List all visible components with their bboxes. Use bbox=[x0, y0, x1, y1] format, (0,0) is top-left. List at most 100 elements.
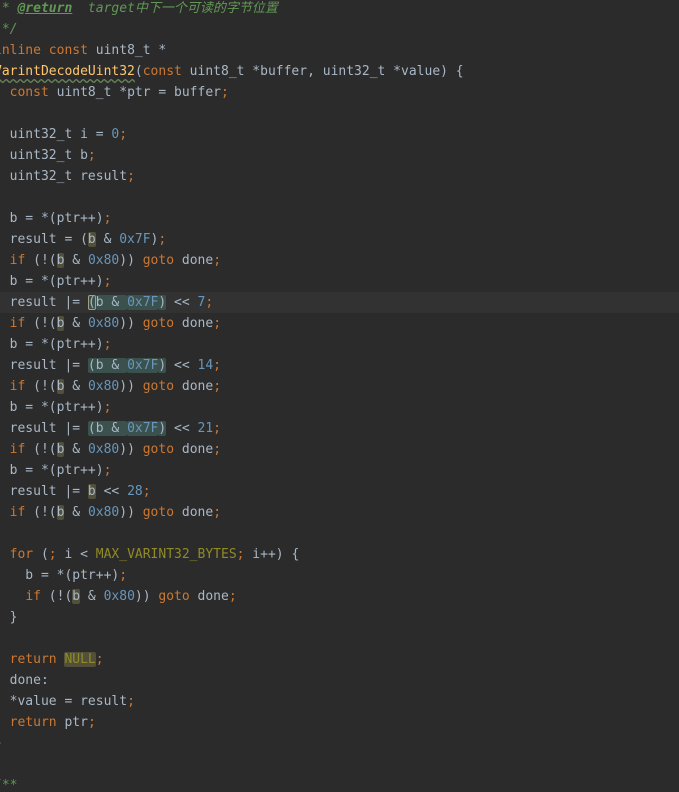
code-line[interactable]: result |= b << 28; bbox=[0, 481, 679, 502]
code-line[interactable]: if (!(b & 0x80)) goto done; bbox=[0, 313, 679, 334]
code-line[interactable]: VarintDecodeUint32(const uint8_t *buffer… bbox=[0, 61, 679, 82]
code-token: b = *(ptr++) bbox=[0, 463, 104, 478]
code-token: 0x80 bbox=[87, 379, 120, 394]
code-line[interactable]: return ptr; bbox=[0, 712, 679, 733]
code-line-content: if (!(b & 0x80)) goto done; bbox=[0, 442, 221, 457]
code-token: 0x7F bbox=[119, 232, 151, 247]
code-line[interactable] bbox=[0, 187, 679, 208]
code-token: uint8_t *buffer, uint32_t *value) { bbox=[181, 64, 464, 79]
code-token: & bbox=[64, 379, 88, 394]
code-editor[interactable]: * @return target中下一个可读的字节位置 */ inline con… bbox=[0, 0, 679, 792]
code-token: if bbox=[9, 379, 26, 394]
code-line-content: result |= (b & 0x7F) << 21; bbox=[0, 421, 221, 436]
code-token: goto bbox=[142, 442, 175, 457]
code-token: ; bbox=[213, 421, 221, 436]
code-line[interactable]: b = *(ptr++); bbox=[0, 565, 679, 586]
code-line-content: b = *(ptr++); bbox=[0, 568, 127, 583]
code-token: */ bbox=[1, 22, 18, 37]
code-line-content: return NULL; bbox=[0, 652, 104, 667]
code-token: )) bbox=[119, 379, 143, 394]
code-line[interactable]: uint32_t b; bbox=[0, 145, 679, 166]
code-token: ; bbox=[119, 568, 128, 583]
code-line[interactable]: result |= (b & 0x7F) << 21; bbox=[0, 418, 679, 439]
code-token: if bbox=[9, 253, 26, 268]
code-line-content: result |= (b & 0x7F) << 14; bbox=[0, 358, 221, 373]
code-token: & bbox=[64, 442, 88, 457]
code-token: if bbox=[9, 442, 26, 457]
code-token: 0x7F bbox=[127, 421, 159, 436]
code-line[interactable]: *value = result; bbox=[0, 691, 679, 712]
code-token: ; bbox=[205, 295, 214, 310]
code-line[interactable]: result = (b & 0x7F); bbox=[0, 229, 679, 250]
code-line-content: } bbox=[0, 610, 18, 625]
code-token: b bbox=[87, 232, 96, 247]
code-token: uint32_t b bbox=[0, 148, 88, 163]
code-token: ; bbox=[213, 358, 221, 373]
code-line[interactable]: if (!(b & 0x80)) goto done; bbox=[0, 439, 679, 460]
code-line[interactable]: for (; i < MAX_VARINT32_BYTES; i++) { bbox=[0, 544, 679, 565]
code-token: ; bbox=[103, 274, 112, 289]
code-line[interactable]: done: bbox=[0, 670, 679, 691]
code-token: )) bbox=[119, 253, 143, 268]
code-token: * bbox=[1, 1, 10, 16]
code-line[interactable]: * @return target中下一个可读的字节位置 bbox=[0, 0, 679, 19]
code-line[interactable]: if (!(b & 0x80)) goto done; bbox=[0, 376, 679, 397]
code-line[interactable] bbox=[0, 754, 679, 775]
code-token: inline bbox=[0, 43, 41, 58]
code-line[interactable]: b = *(ptr++); bbox=[0, 334, 679, 355]
code-token: ; bbox=[142, 484, 151, 499]
code-line[interactable]: uint32_t i = 0; bbox=[0, 124, 679, 145]
code-line-content: done: bbox=[0, 673, 49, 688]
code-token: ptr bbox=[56, 715, 88, 730]
code-line[interactable]: return NULL; bbox=[0, 649, 679, 670]
code-line[interactable]: if (!(b & 0x80)) goto done; bbox=[0, 250, 679, 271]
code-line[interactable]: */ bbox=[0, 19, 679, 40]
code-line[interactable]: b = *(ptr++); bbox=[0, 460, 679, 481]
code-token: result |= bbox=[0, 295, 88, 310]
code-line[interactable] bbox=[0, 103, 679, 124]
code-line-content: b = *(ptr++); bbox=[0, 400, 112, 415]
code-token: ; bbox=[127, 169, 135, 184]
code-line[interactable]: const uint8_t *ptr = buffer; bbox=[0, 82, 679, 103]
code-line-content: const uint8_t *ptr = buffer; bbox=[0, 85, 229, 100]
code-line[interactable]: b = *(ptr++); bbox=[0, 208, 679, 229]
code-line-content: inline const uint8_t * bbox=[0, 43, 166, 58]
code-line[interactable]: uint32_t result; bbox=[0, 166, 679, 187]
code-line[interactable]: b = *(ptr++); bbox=[0, 397, 679, 418]
code-line[interactable]: if (!(b & 0x80)) goto done; bbox=[0, 586, 679, 607]
code-token: VarintDecodeUint32 bbox=[0, 64, 135, 79]
code-line[interactable]: /** bbox=[0, 775, 679, 792]
code-token: b = *(ptr++) bbox=[0, 337, 104, 352]
code-token: b = *(ptr++) bbox=[0, 211, 104, 226]
code-token: ; bbox=[158, 232, 167, 247]
code-line[interactable]: if (!(b & 0x80)) goto done; bbox=[0, 502, 679, 523]
code-token: 0x80 bbox=[87, 316, 120, 331]
code-token: 0x80 bbox=[87, 442, 120, 457]
code-token: b bbox=[72, 589, 81, 604]
code-token: goto bbox=[158, 589, 190, 604]
code-token: (!( bbox=[25, 442, 57, 457]
code-token: ; bbox=[213, 253, 222, 268]
code-token: result |= bbox=[0, 484, 88, 499]
code-token: 28 bbox=[127, 484, 143, 499]
code-line[interactable] bbox=[0, 628, 679, 649]
code-token: } bbox=[9, 610, 18, 625]
code-token: ; bbox=[228, 589, 237, 604]
code-token: ; bbox=[119, 127, 128, 142]
code-token: result |= bbox=[0, 358, 88, 373]
code-token: ; bbox=[103, 463, 112, 478]
code-line[interactable]: b = *(ptr++); bbox=[0, 271, 679, 292]
code-token: b & bbox=[95, 295, 128, 310]
code-token: } bbox=[0, 736, 2, 751]
code-token: )) bbox=[119, 505, 143, 520]
code-line[interactable]: } bbox=[0, 607, 679, 628]
code-line[interactable] bbox=[0, 523, 679, 544]
code-line[interactable]: } bbox=[0, 733, 679, 754]
code-line-current[interactable]: result |= (b & 0x7F) << 7; bbox=[0, 292, 679, 313]
code-line[interactable]: inline const uint8_t * bbox=[0, 40, 679, 61]
code-token: ; bbox=[95, 652, 104, 667]
code-token: & bbox=[64, 316, 88, 331]
code-line-content: return ptr; bbox=[0, 715, 96, 730]
code-line[interactable]: result |= (b & 0x7F) << 14; bbox=[0, 355, 679, 376]
